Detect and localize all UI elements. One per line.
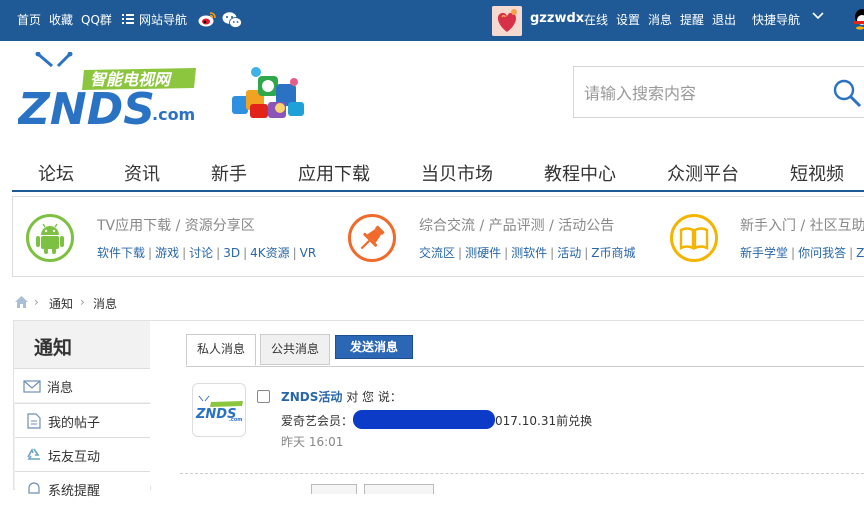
mail-icon [23, 378, 41, 394]
logo-suffix: .com [152, 105, 195, 124]
sidebar-item-label: 坛友互动 [48, 450, 101, 465]
message-checkbox[interactable] [257, 390, 270, 403]
nav-short-video[interactable]: 短视频 [790, 160, 844, 186]
menu-icon [122, 12, 134, 30]
category-strip: TV应用下载 / 资源分享区 软件下载 | 游戏 | 讨论 | 3D | 4K资源 | VR 综合交… [12, 196, 864, 277]
recycle-icon [25, 447, 43, 463]
top-bar: 首页 收藏 QQ群 网站导航 gzzwdx 在线 设置 消息 提醒 退出 快捷导… [0, 0, 864, 41]
settings-link[interactable]: 设置 [616, 12, 640, 28]
tab-public-messages[interactable]: 公共消息 [260, 334, 331, 365]
bell-icon [25, 481, 43, 497]
message-header: ZNDS活动 对 您 说： [281, 388, 402, 405]
logo-text: ZNDS [18, 84, 155, 132]
main-nav: 论坛 资讯 新手 应用下载 当贝市场 教程中心 众测平台 短视频 [12, 152, 864, 192]
nav-news[interactable]: 资讯 [124, 160, 160, 186]
category-links-newbie: 新手学堂 | 你问我答 | Z [740, 246, 864, 260]
link-discussion[interactable]: 讨论 [189, 246, 213, 260]
category-title-tv-apps[interactable]: TV应用下载 / 资源分享区 [97, 215, 255, 235]
username-link[interactable]: gzzwdx [530, 11, 584, 27]
sidebar-item-messages[interactable]: 消息 [14, 368, 150, 402]
sidebar-item-label: 消息 [47, 381, 74, 396]
category-links-community: 交流区 | 测硬件 | 测软件 | 活动 | Z币商城 [419, 246, 636, 260]
tab-private-messages[interactable]: 私人消息 [186, 334, 257, 366]
sidebar-item-label: 系统提醒 [48, 484, 101, 499]
redacted-code [353, 410, 496, 429]
site-logo[interactable]: 智能电视网 ZNDS .com [16, 51, 318, 135]
wechat-icon[interactable] [222, 11, 242, 29]
nav-tutorial-center[interactable]: 教程中心 [544, 160, 616, 186]
link-3d[interactable]: 3D [223, 246, 240, 260]
site-nav-link[interactable]: 网站导航 [139, 12, 187, 28]
message-body-prefix: 爱奇艺会员： [281, 414, 354, 428]
favorites-link[interactable]: 收藏 [49, 12, 73, 28]
nav-app-download[interactable]: 应用下载 [298, 160, 370, 186]
link-exchange-zone[interactable]: 交流区 [419, 246, 455, 260]
message-body-suffix: 017.10.31前兑换 [495, 414, 593, 428]
home-icon[interactable] [14, 295, 29, 309]
quick-nav-link[interactable]: 快捷导航 [752, 12, 800, 28]
link-hardware-test[interactable]: 测硬件 [465, 246, 501, 260]
pin-icon[interactable] [348, 214, 396, 262]
home-link[interactable]: 首页 [17, 12, 41, 28]
breadcrumb-notifications[interactable]: 通知 [49, 295, 73, 312]
sidebar: 通知 消息 我的帖子 坛友互动 系统提醒 [13, 320, 151, 505]
breadcrumb-separator: › [34, 295, 39, 309]
link-qa[interactable]: 你问我答 [798, 246, 846, 260]
link-events[interactable]: 活动 [557, 246, 581, 260]
nav-testing-platform[interactable]: 众测平台 [667, 160, 739, 186]
document-icon [25, 413, 43, 429]
sidebar-item-interactions[interactable]: 坛友互动 [15, 437, 150, 471]
link-vr[interactable]: VR [300, 246, 317, 260]
chevron-down-icon[interactable] [812, 10, 824, 22]
avatar[interactable] [492, 6, 522, 36]
nav-dangbei-market[interactable]: 当贝市场 [421, 160, 493, 186]
sidebar-item-my-posts[interactable]: 我的帖子 [15, 403, 150, 437]
category-title-newbie[interactable]: 新手入门 / 社区互助 [740, 215, 864, 235]
sidebar-item-system-reminders[interactable]: 系统提醒 [15, 471, 150, 505]
link-software-download[interactable]: 软件下载 [97, 246, 145, 260]
nav-newbie[interactable]: 新手 [211, 160, 247, 186]
qq-icon[interactable] [850, 8, 864, 30]
android-icon[interactable] [26, 214, 74, 262]
app-icons-illustration [232, 67, 304, 118]
link-newbie-school[interactable]: 新手学堂 [740, 246, 788, 260]
message-panel: 私人消息 公共消息 发送消息 ZNDS .com ZNDS活动 对 您 说： 爱… [150, 320, 864, 494]
logout-link[interactable]: 退出 [712, 12, 736, 28]
link-games[interactable]: 游戏 [155, 246, 179, 260]
nav-forum[interactable]: 论坛 [38, 160, 74, 186]
tab-divider [186, 366, 864, 367]
sidebar-item-label: 我的帖子 [48, 416, 101, 431]
book-icon[interactable] [670, 214, 718, 262]
weibo-icon[interactable] [198, 11, 217, 28]
breadcrumb-separator: › [80, 295, 85, 309]
message-sender[interactable]: ZNDS活动 [281, 390, 342, 404]
message-verb: 对 您 说： [346, 390, 402, 404]
search-input[interactable] [584, 81, 814, 105]
category-title-community[interactable]: 综合交流 / 产品评测 / 活动公告 [419, 215, 614, 235]
link-4k-resources[interactable]: 4K资源 [250, 246, 290, 260]
link-software-test[interactable]: 测软件 [511, 246, 547, 260]
svg-text:.com: .com [229, 417, 243, 423]
message-body: 爱奇艺会员： 017.10.31前兑换 [281, 410, 592, 429]
search-icon[interactable] [832, 78, 862, 108]
online-status-link[interactable]: 在线 [584, 12, 608, 28]
qq-group-link[interactable]: QQ群 [81, 12, 112, 28]
send-message-button[interactable]: 发送消息 [335, 335, 414, 359]
link-more[interactable]: Z [856, 246, 864, 260]
message-time: 昨天 16:01 [281, 435, 344, 449]
link-zcoin-mall[interactable]: Z币商城 [591, 246, 635, 260]
message-divider [180, 473, 864, 474]
breadcrumb-messages: 消息 [93, 297, 118, 311]
reminders-link[interactable]: 提醒 [680, 12, 704, 28]
sidebar-title: 通知 [34, 337, 73, 359]
search-box [573, 66, 864, 118]
category-links-tv-apps: 软件下载 | 游戏 | 讨论 | 3D | 4K资源 | VR [97, 246, 317, 260]
messages-link[interactable]: 消息 [648, 12, 672, 28]
sender-avatar[interactable]: ZNDS .com [192, 383, 246, 437]
